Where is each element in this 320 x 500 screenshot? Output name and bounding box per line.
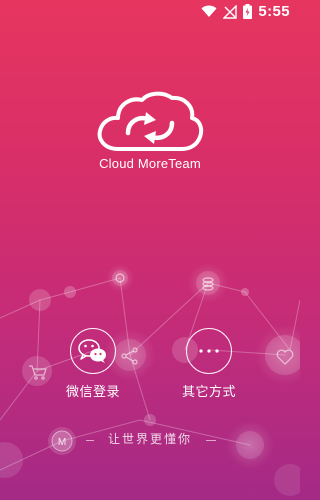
status-time: 5:55 — [258, 3, 290, 20]
status-bar: 5:55 — [0, 0, 300, 26]
app-logo — [96, 91, 204, 153]
wechat-icon — [78, 339, 106, 363]
battery-charging-icon — [243, 4, 253, 19]
more-dots-icon — [199, 349, 219, 353]
wechat-login-button[interactable]: 微信登录 — [47, 328, 139, 408]
cloud-logo-icon — [97, 91, 204, 151]
more-icon-circle — [186, 328, 232, 374]
status-icons: 5:55 — [201, 3, 290, 20]
other-login-button[interactable]: 其它方式 — [163, 328, 255, 408]
m-node-icon: M — [51, 430, 73, 452]
wechat-login-label: 微信登录 — [65, 385, 120, 400]
svg-text:M: M — [58, 437, 66, 448]
no-signal-icon — [223, 4, 238, 19]
other-login-label: 其它方式 — [181, 385, 236, 400]
tagline: 让世界更懂你 — [107, 432, 192, 446]
wifi-icon — [201, 5, 217, 17]
background-network — [0, 263, 300, 496]
brand-name: Cloud MoreTeam — [99, 156, 201, 171]
wechat-icon-circle — [70, 328, 116, 374]
